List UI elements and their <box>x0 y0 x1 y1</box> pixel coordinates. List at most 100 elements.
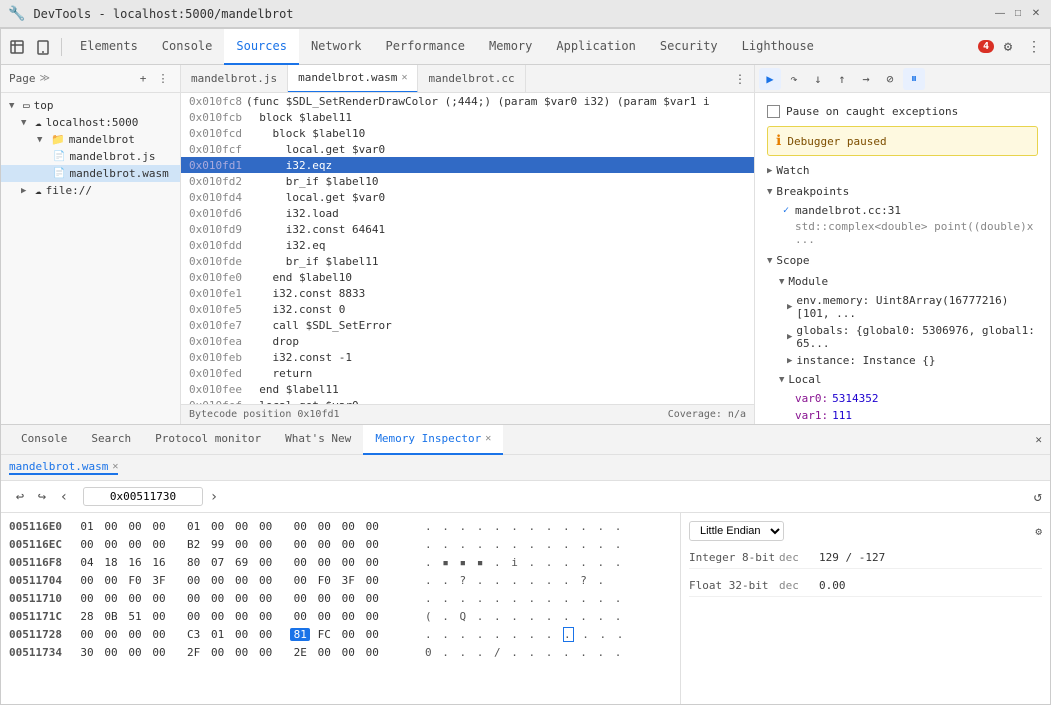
more-icon[interactable]: ⋮ <box>1022 35 1046 59</box>
tab-sources[interactable]: Sources <box>224 29 299 65</box>
byte[interactable]: 00 <box>338 520 358 533</box>
deactivate-button[interactable]: ⊘ <box>879 68 901 90</box>
byte[interactable]: 00 <box>338 538 358 551</box>
byte[interactable]: 00 <box>232 646 252 659</box>
byte[interactable]: 00 <box>125 538 145 551</box>
byte[interactable]: 07 <box>208 556 228 569</box>
module-instance[interactable]: ▶ instance: Instance {} <box>759 352 1046 369</box>
breakpoints-section-header[interactable]: ▼ Breakpoints <box>759 181 1046 202</box>
bottom-tab-console[interactable]: Console <box>9 425 79 455</box>
byte[interactable]: 28 <box>77 610 97 623</box>
byte[interactable]: 00 <box>232 574 252 587</box>
byte[interactable]: 00 <box>149 538 169 551</box>
byte[interactable]: 3F <box>338 574 358 587</box>
history-back-btn[interactable]: ↩ <box>9 486 31 508</box>
byte[interactable]: 00 <box>232 628 252 641</box>
tree-item-localhost[interactable]: ▼ ☁ localhost:5000 <box>1 114 180 131</box>
watch-section-header[interactable]: ▶ Watch <box>759 160 1046 181</box>
byte[interactable]: 00 <box>362 610 382 623</box>
byte[interactable]: 00 <box>101 574 121 587</box>
byte[interactable]: 0B <box>101 610 121 623</box>
bottom-tab-search[interactable]: Search <box>79 425 143 455</box>
dont-pause-button[interactable]: ⏸ <box>903 68 925 90</box>
module-globals[interactable]: ▶ globals: {global0: 5306976, global1: 6… <box>759 322 1046 352</box>
step-out-button[interactable]: ↑ <box>831 68 853 90</box>
byte[interactable]: 00 <box>314 610 334 623</box>
settings-icon[interactable]: ⚙ <box>996 35 1020 59</box>
byte[interactable]: 00 <box>149 628 169 641</box>
byte[interactable]: 00 <box>208 610 228 623</box>
byte[interactable]: 16 <box>149 556 169 569</box>
byte[interactable]: 00 <box>208 574 228 587</box>
byte[interactable]: 00 <box>290 556 310 569</box>
byte[interactable]: 00 <box>184 574 204 587</box>
byte[interactable]: 00 <box>256 610 276 623</box>
resume-button[interactable]: ▶ <box>759 68 781 90</box>
byte[interactable]: 00 <box>125 646 145 659</box>
byte[interactable]: B2 <box>184 538 204 551</box>
byte[interactable]: 00 <box>314 646 334 659</box>
byte[interactable]: 00 <box>184 610 204 623</box>
sidebar-more[interactable]: ≫ <box>40 73 50 84</box>
tab-memory[interactable]: Memory <box>477 29 544 65</box>
module-section-header[interactable]: ▼ Module <box>759 271 1046 292</box>
byte[interactable]: FC <box>314 628 334 641</box>
minimize-button[interactable]: — <box>993 7 1007 21</box>
byte[interactable]: 30 <box>77 646 97 659</box>
sidebar-add-icon[interactable]: + <box>134 70 152 88</box>
tab-application[interactable]: Application <box>544 29 647 65</box>
memory-address-input[interactable] <box>83 487 203 506</box>
addr-next-btn[interactable]: › <box>203 486 225 508</box>
byte[interactable]: 16 <box>125 556 145 569</box>
byte[interactable]: 00 <box>101 538 121 551</box>
step-over-button[interactable]: ↷ <box>783 68 805 90</box>
file-tab-cc[interactable]: mandelbrot.cc <box>418 65 525 93</box>
pause-exceptions-checkbox[interactable] <box>767 105 780 118</box>
tree-item-file[interactable]: ▶ ☁ file:// <box>1 182 180 199</box>
byte[interactable]: 99 <box>208 538 228 551</box>
mem-file-tab-close[interactable]: ✕ <box>112 461 118 472</box>
byte[interactable]: 00 <box>77 574 97 587</box>
byte[interactable]: 04 <box>77 556 97 569</box>
byte[interactable]: 00 <box>362 646 382 659</box>
byte[interactable]: 80 <box>184 556 204 569</box>
tab-elements[interactable]: Elements <box>68 29 150 65</box>
byte[interactable]: 00 <box>362 556 382 569</box>
byte[interactable]: 00 <box>338 628 358 641</box>
byte[interactable]: 00 <box>101 628 121 641</box>
info-settings-icon[interactable]: ⚙ <box>1035 525 1042 538</box>
byte[interactable]: 2E <box>290 646 310 659</box>
step-button[interactable]: → <box>855 68 877 90</box>
byte[interactable]: 00 <box>149 520 169 533</box>
byte[interactable]: 01 <box>184 520 204 533</box>
bottom-tab-memory[interactable]: Memory Inspector ✕ <box>363 425 503 455</box>
byte[interactable]: 00 <box>125 628 145 641</box>
file-tab-wasm-close[interactable]: ✕ <box>401 72 407 83</box>
sidebar-menu-icon[interactable]: ⋮ <box>154 70 172 88</box>
byte[interactable]: 00 <box>256 556 276 569</box>
byte[interactable]: 00 <box>338 556 358 569</box>
byte[interactable]: 01 <box>77 520 97 533</box>
byte[interactable]: 00 <box>362 592 382 605</box>
selected-byte[interactable]: 81 <box>290 628 310 641</box>
device-icon[interactable] <box>31 35 55 59</box>
byte[interactable]: 00 <box>125 592 145 605</box>
bottom-tab-protocol[interactable]: Protocol monitor <box>143 425 273 455</box>
tab-security[interactable]: Security <box>648 29 730 65</box>
byte[interactable]: 01 <box>208 628 228 641</box>
byte[interactable]: 2F <box>184 646 204 659</box>
byte[interactable]: 00 <box>362 574 382 587</box>
byte[interactable]: 00 <box>77 628 97 641</box>
byte[interactable]: 00 <box>149 592 169 605</box>
byte[interactable]: 18 <box>101 556 121 569</box>
breakpoint-checkbox[interactable]: ✓ <box>783 205 789 216</box>
byte[interactable]: 00 <box>208 520 228 533</box>
tree-item-wasm[interactable]: 📄 mandelbrot.wasm <box>1 165 180 182</box>
module-env-memory[interactable]: ▶ env.memory: Uint8Array(16777216) [101,… <box>759 292 1046 322</box>
byte[interactable]: 00 <box>184 592 204 605</box>
history-fwd-btn[interactable]: ↪ <box>31 486 53 508</box>
scope-section-header[interactable]: ▼ Scope <box>759 250 1046 271</box>
byte[interactable]: 00 <box>232 538 252 551</box>
byte[interactable]: 00 <box>314 520 334 533</box>
byte[interactable]: 00 <box>149 646 169 659</box>
